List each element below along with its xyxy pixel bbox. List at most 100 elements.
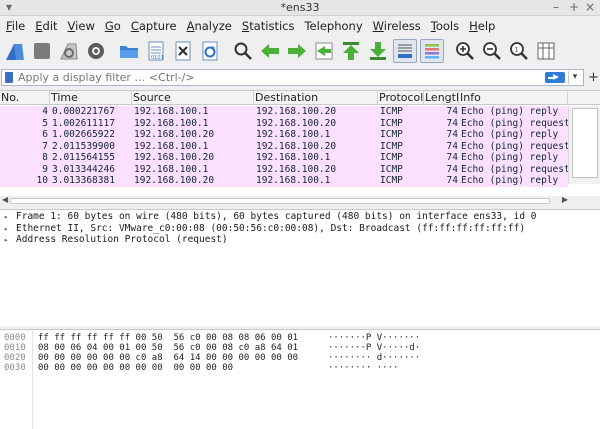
reload-file-icon[interactable] [198,39,222,63]
capture-options-icon[interactable] [84,39,108,63]
menu-wireless[interactable]: Wireless [373,19,421,33]
column-header-source[interactable]: Source [132,91,254,105]
table-row[interactable]: 9 3.013344246 192.168.100.1 192.168.100.20 I… [0,163,568,175]
expand-arrow-icon[interactable]: ▸ [4,235,16,247]
menu-go[interactable]: Go [105,19,121,33]
restart-capture-icon[interactable] [57,39,81,63]
auto-scroll-icon[interactable] [393,39,417,63]
menu-capture[interactable]: Capture [131,19,177,33]
menu-help[interactable]: Help [469,19,495,33]
cell-info: Echo (ping) reply [461,106,559,117]
window-title: *ens33 [280,1,320,14]
table-row[interactable]: 10 3.013368381 192.168.100.20 192.168.100.1… [0,175,568,187]
scroll-left-icon[interactable]: ◀ [2,195,8,204]
display-filter-field[interactable]: ▾ [1,69,584,86]
bytes-ascii[interactable]: ·······P V·····d· [328,343,420,353]
start-capture-icon[interactable] [3,39,27,63]
cell-len: 74 [446,163,458,175]
cell-len: 74 [446,140,458,152]
maximize-icon[interactable]: + [569,0,579,14]
resize-columns-icon[interactable] [534,39,558,63]
cell-time: 3.013344246 [52,163,115,175]
cell-info: Echo (ping) request [461,117,568,129]
menu-statistics[interactable]: Statistics [242,19,295,33]
filter-dropdown-icon[interactable]: ▾ [568,71,581,84]
bytes-hex[interactable]: 00 00 00 00 00 00 c0 a8 64 14 00 00 00 0… [38,353,298,363]
cell-time: 3.013368381 [52,175,115,186]
packet-list-horizontal-scrollbar[interactable]: ◀ ▶ [0,195,570,206]
zoom-out-icon[interactable] [480,39,504,63]
menu-analyze[interactable]: Analyze [187,19,232,33]
detail-tree-item[interactable]: ▸ Frame 1: 60 bytes on wire (480 bits), 6… [0,211,600,223]
bytes-ascii[interactable]: ········ d······· [328,353,420,363]
go-last-icon[interactable] [366,39,390,63]
packet-list-header: No. Time Source Destination Protocol Len… [0,91,600,105]
zoom-in-icon[interactable] [453,39,477,63]
cell-len: 74 [446,175,458,186]
cell-dst: 192.168.100.1 [256,129,331,140]
cell-time: 2.011564155 [52,152,115,163]
bytes-hex[interactable]: ff ff ff ff ff ff 00 50 56 c0 00 08 08 0… [38,333,298,343]
svg-text:0101: 0101 [151,55,164,61]
menu-tools[interactable]: Tools [431,19,459,33]
bytes-offset[interactable]: 0000 [4,333,26,343]
cell-time: 1.002611117 [52,117,115,129]
table-row[interactable]: 4 0.000221767 192.168.100.1 192.168.100.20 I… [0,106,568,118]
cell-proto: ICMP [380,129,403,140]
column-header-protocol[interactable]: Protocol [378,91,424,105]
go-first-icon[interactable] [339,39,363,63]
packet-details: ▸ Frame 1: 60 bytes on wire (480 bits), 6… [0,209,600,326]
cell-proto: ICMP [380,140,403,152]
stop-capture-icon[interactable] [30,39,54,63]
colorize-icon[interactable] [420,39,444,63]
detail-tree-item[interactable]: ▸ Address Resolution Protocol (request) [0,234,600,246]
find-packet-icon[interactable] [231,39,255,63]
open-file-icon[interactable] [117,39,141,63]
column-header-no[interactable]: No. [0,91,50,105]
column-header-length[interactable]: Length [424,91,459,105]
cell-src: 192.168.100.1 [134,117,209,129]
save-file-icon[interactable]: 0101 [144,39,168,63]
go-to-packet-icon[interactable] [312,39,336,63]
detail-tree-item[interactable]: ▸ Ethernet II, Src: VMware_c0:00:08 (00:5… [0,223,600,235]
bytes-ascii[interactable]: ········ ···· [328,363,398,373]
minimize-icon[interactable]: – [553,0,559,14]
cell-no: 6 [42,129,48,140]
menu-view[interactable]: View [68,19,95,33]
column-header-info[interactable]: Info [459,91,568,105]
packet-list-vertical-scrollbar[interactable] [568,106,600,184]
zoom-reset-icon[interactable]: 1 [507,39,531,63]
close-file-icon[interactable] [171,39,195,63]
menu-telephony[interactable]: Telephony [304,19,362,33]
go-forward-icon[interactable] [285,39,309,63]
table-row[interactable]: 7 2.011539900 192.168.100.1 192.168.100.20 I… [0,140,568,152]
apply-filter-icon[interactable] [545,72,565,83]
bytes-ascii[interactable]: ·······P V······· [328,333,420,343]
cell-proto: ICMP [380,117,403,129]
table-row[interactable]: 5 1.002611117 192.168.100.1 192.168.100.20 I… [0,117,568,129]
add-filter-button[interactable]: + [588,70,599,85]
go-back-icon[interactable] [258,39,282,63]
cell-no: 10 [36,175,48,186]
bytes-hex[interactable]: 08 00 06 04 00 01 00 50 56 c0 00 08 c0 a… [38,343,298,353]
menu-edit[interactable]: Edit [35,19,57,33]
cell-dst: 192.168.100.1 [256,175,331,186]
table-row[interactable]: 8 2.011564155 192.168.100.20 192.168.100.1 I… [0,152,568,164]
cell-dst: 192.168.100.1 [256,152,331,163]
menu-file[interactable]: File [6,19,25,33]
bytes-offset[interactable]: 0030 [4,363,26,373]
bytes-hex[interactable]: 00 00 00 00 00 00 00 00 00 00 00 00 [38,363,233,373]
column-header-time[interactable]: Time [50,91,132,105]
filter-bookmark-icon[interactable] [5,72,13,83]
scrollbar-thumb[interactable] [10,198,550,204]
column-header-destination[interactable]: Destination [254,91,378,105]
bytes-offset[interactable]: 0020 [4,353,26,363]
close-icon[interactable]: × [585,0,595,14]
table-row[interactable]: 6 1.002665922 192.168.100.20 192.168.100.1 I… [0,129,568,141]
scroll-right-icon[interactable]: ▶ [562,195,568,204]
display-filter-input[interactable] [18,70,538,85]
bytes-row: 0020 00 00 00 00 00 00 c0 a8 64 14 00 00 … [0,353,600,363]
scrollbar-thumb[interactable] [572,108,598,178]
cell-info: Echo (ping) reply [461,152,559,163]
bytes-offset[interactable]: 0010 [4,343,26,353]
